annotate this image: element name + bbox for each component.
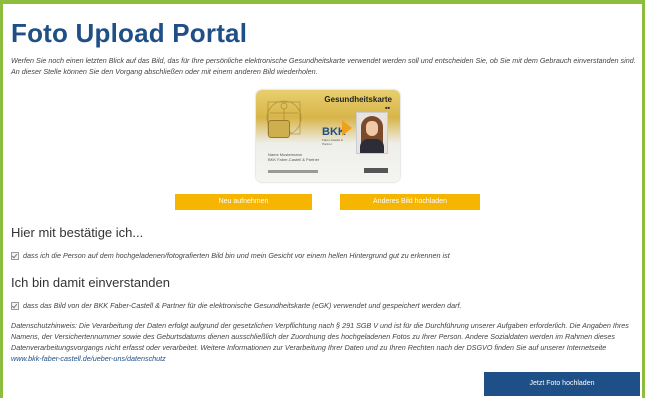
checkbox-checked-icon[interactable] <box>11 251 19 260</box>
logo-arrow-icon <box>342 120 352 136</box>
page-title: Foto Upload Portal <box>11 18 248 48</box>
privacy-link[interactable]: www.bkk-faber-castell.de/ueber-uns/daten… <box>11 354 166 363</box>
privacy-text: Datenschutzhinweis: Die Verarbeitung der… <box>11 321 629 352</box>
portrait-photo <box>356 112 388 154</box>
card-title: Gesundheitskarte <box>324 95 392 104</box>
privacy-notice: Datenschutzhinweis: Die Verarbeitung der… <box>11 320 638 364</box>
consent-checkbox-label: dass das Bild von der BKK Faber-Castell … <box>23 301 462 310</box>
card-logo-sub: Faber-Castell & Partner <box>322 138 343 146</box>
consent-heading: Ich bin damit einverstanden <box>11 275 170 290</box>
chip-icon <box>268 120 290 138</box>
card-holder-line2: BKK Faber-Castell & Partner <box>268 157 320 162</box>
upload-photo-button[interactable]: Jetzt Foto hochladen <box>484 372 640 396</box>
card-holder-text: Name Mustermann BKK Faber-Castell & Part… <box>268 152 319 162</box>
confirm-heading: Hier mit bestätige ich... <box>11 225 144 240</box>
card-barcode <box>364 168 388 173</box>
retake-button[interactable]: Neu aufnehmen <box>175 194 312 210</box>
intro-text: Werfen Sie noch einen letzten Blick auf … <box>11 56 636 76</box>
health-card-preview: Gesundheitskarte ■■ BKK Faber-Castell & … <box>256 90 400 182</box>
upload-other-image-button[interactable]: Anderes Bild hochladen <box>340 194 480 210</box>
confirm-checkbox-row[interactable]: dass ich die Person auf dem hochgeladene… <box>11 251 450 260</box>
confirm-checkbox-label: dass ich die Person auf dem hochgeladene… <box>23 251 450 260</box>
card-bar <box>268 170 318 173</box>
checkbox-checked-icon[interactable] <box>11 301 19 310</box>
card-flag-icon: ■■ <box>385 105 390 110</box>
consent-checkbox-row[interactable]: dass das Bild von der BKK Faber-Castell … <box>11 301 462 310</box>
